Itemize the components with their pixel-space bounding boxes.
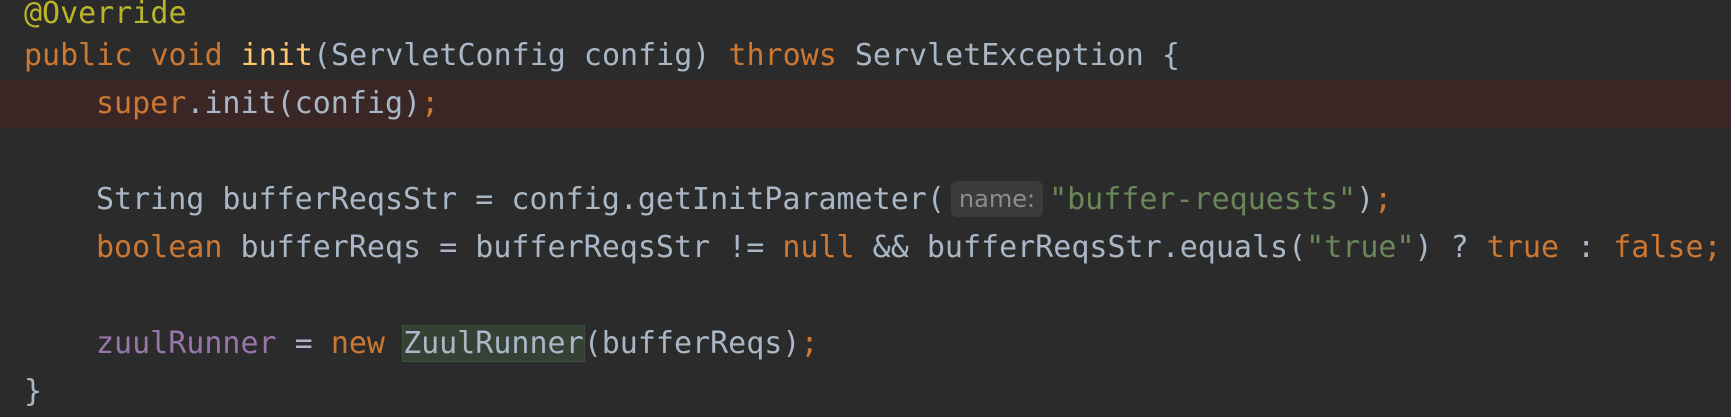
semicolon: ; — [1374, 182, 1393, 217]
keyword-new: new — [330, 326, 385, 361]
semicolon: ; — [800, 326, 819, 361]
string-literal-true: "true" — [1306, 230, 1415, 265]
code-line-4-empty[interactable] — [0, 128, 1731, 176]
field-zuul-runner: zuulRunner — [96, 326, 277, 361]
method-params: (ServletConfig config) — [313, 38, 711, 73]
keyword-true: true — [1486, 230, 1560, 265]
code-line-5[interactable]: String bufferReqsStr = config.getInitPar… — [0, 176, 1731, 224]
expr-part-1: bufferReqs = bufferReqsStr != — [222, 230, 783, 265]
closing-brace: } — [24, 374, 43, 409]
code-line-2[interactable]: public void init(ServletConfig config) t… — [0, 32, 1731, 80]
expr-part-2: && bufferReqsStr.equals( — [854, 230, 1307, 265]
parameter-hint: name: — [950, 181, 1044, 217]
code-line-9[interactable]: } — [0, 368, 1731, 416]
expr-part-4: : — [1559, 230, 1614, 265]
semicolon: ; — [421, 86, 440, 121]
string-decl: String bufferReqsStr = config.getInitPar… — [96, 182, 945, 217]
code-line-8[interactable]: zuulRunner = new ZuulRunner(bufferReqs); — [0, 320, 1731, 368]
code-editor[interactable]: @Override public void init(ServletConfig… — [0, 0, 1731, 417]
code-line-3-breakpoint[interactable]: super.init(config); — [0, 80, 1731, 128]
keyword-boolean: boolean — [96, 230, 223, 265]
close-paren: ) — [1356, 182, 1375, 217]
code-line-6[interactable]: boolean bufferReqs = bufferReqsStr != nu… — [0, 224, 1731, 272]
keyword-false: false — [1613, 230, 1704, 265]
semicolon: ; — [1703, 230, 1722, 265]
method-name-init: init — [240, 38, 313, 73]
keyword-public: public — [24, 38, 133, 73]
keyword-throws: throws — [728, 38, 837, 73]
constructor-args: (bufferReqs) — [583, 326, 801, 361]
code-line-7-empty[interactable] — [0, 272, 1731, 320]
exception-type: ServletException { — [854, 38, 1180, 73]
class-zuul-runner-highlighted[interactable]: ZuulRunner — [402, 325, 585, 362]
super-init-call: .init(config) — [186, 86, 422, 121]
expr-part-3: ) ? — [1414, 230, 1487, 265]
keyword-void: void — [150, 38, 223, 73]
keyword-super: super — [96, 86, 187, 121]
assign-op: = — [276, 326, 331, 361]
annotation-override: @Override — [24, 0, 187, 31]
string-literal-buffer-requests: "buffer-requests" — [1049, 182, 1357, 217]
keyword-null: null — [782, 230, 855, 265]
